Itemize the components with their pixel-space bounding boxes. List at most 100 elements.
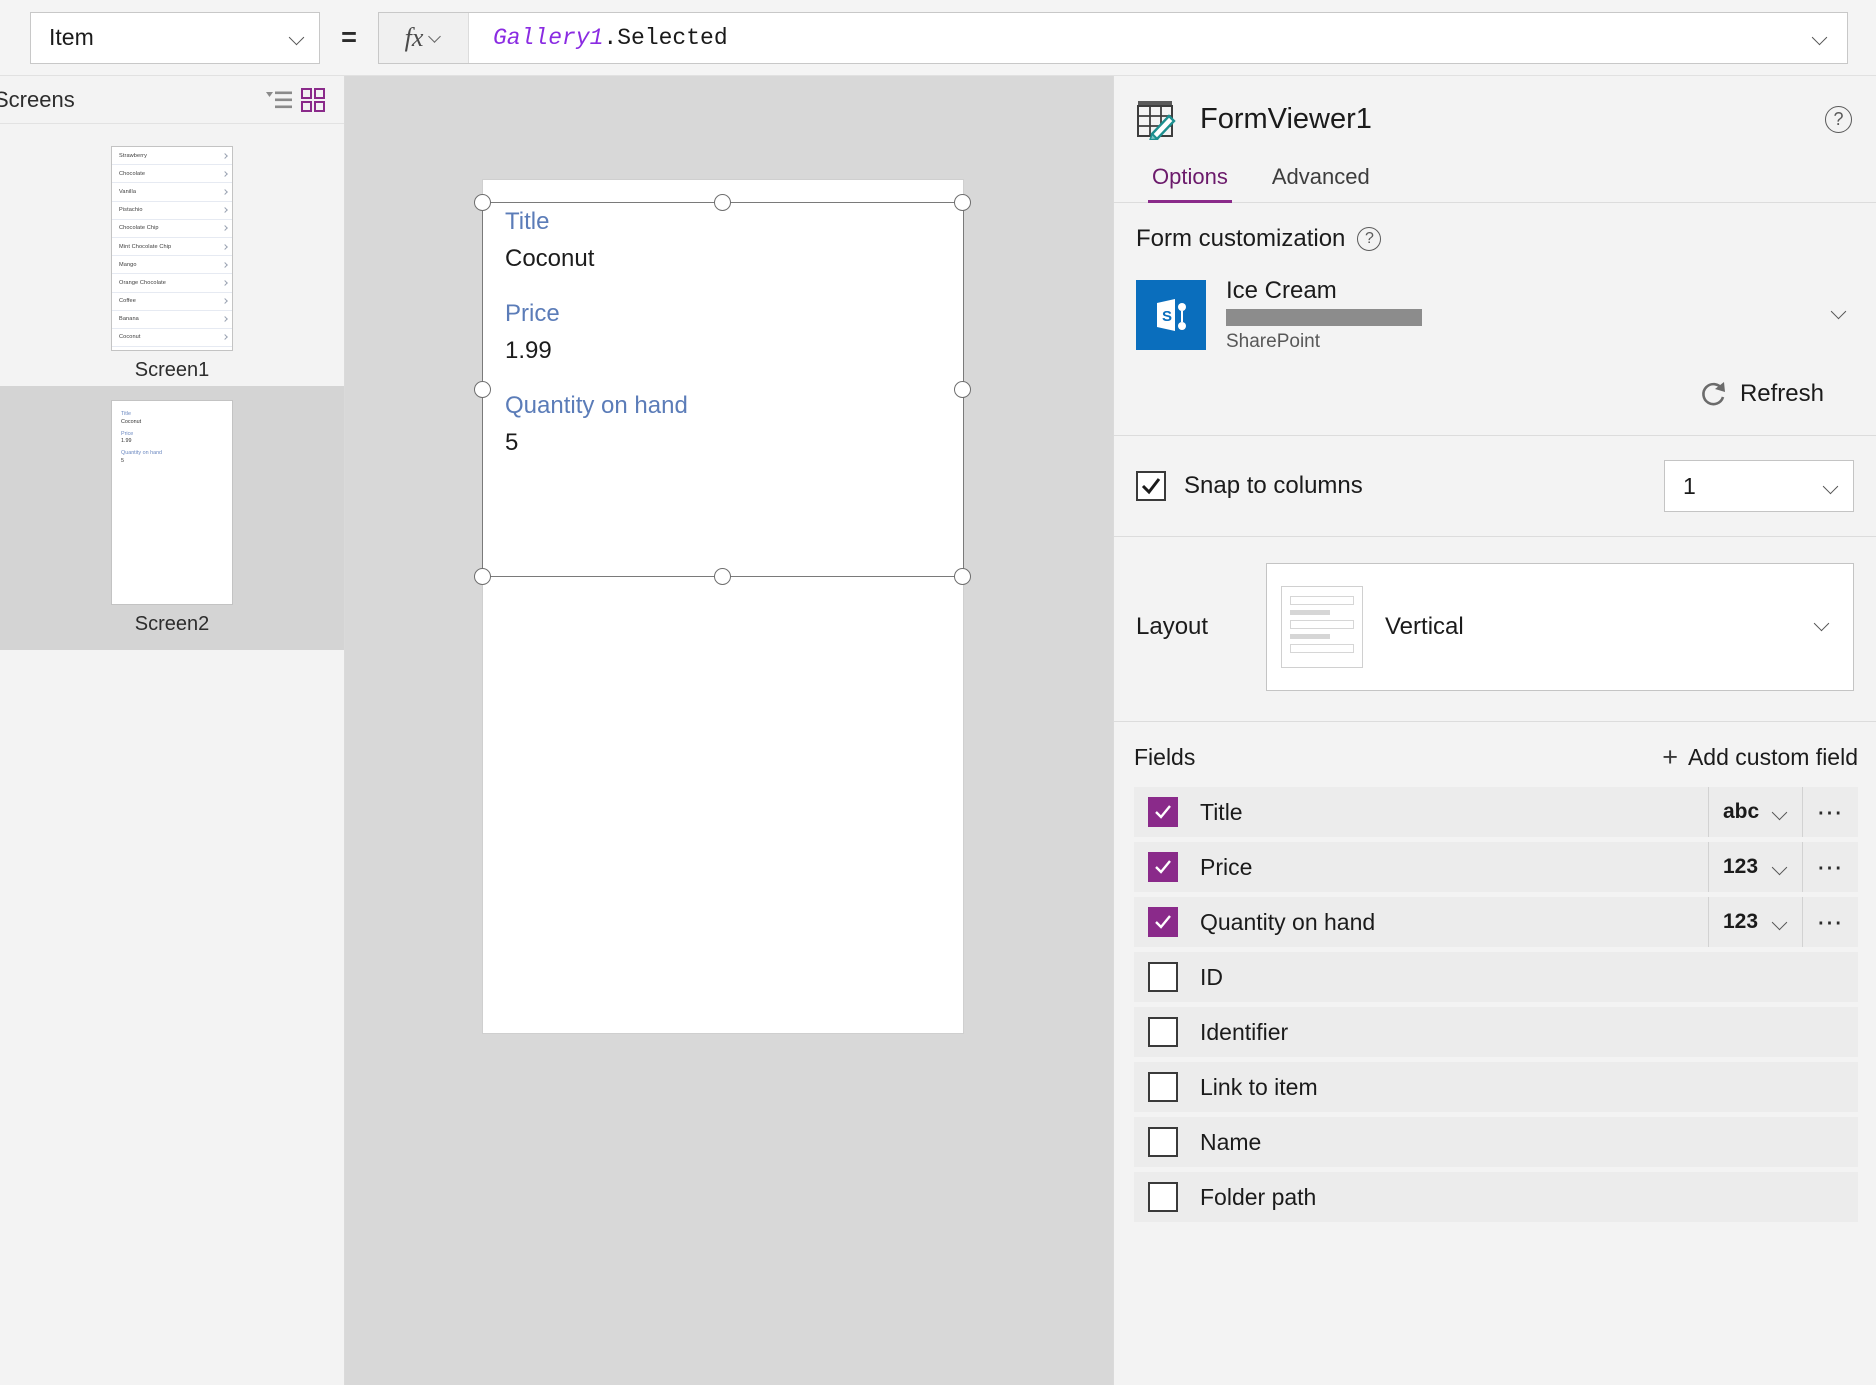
field-type-select[interactable]: 123 — [1708, 842, 1802, 892]
field-type-select[interactable]: 123 — [1708, 897, 1802, 947]
screen1-label: Screen1 — [134, 359, 210, 381]
data-source-row[interactable]: S Ice Cream SharePoint — [1136, 277, 1854, 353]
columns-select[interactable]: 1 — [1664, 460, 1854, 512]
properties-panel-header: FormViewer1 ? — [1114, 76, 1876, 140]
gallery-thumb-row: Mint Chocolate Chip — [112, 238, 232, 257]
formula-input-wrap[interactable]: fx Gallery1.Selected — [378, 11, 1848, 64]
equals-sign: = — [341, 22, 357, 52]
field-row-id[interactable]: ID — [1134, 952, 1858, 1002]
field-name: Identifier — [1200, 1018, 1289, 1045]
field-checkbox[interactable] — [1148, 797, 1178, 827]
chevron-down-icon — [1824, 479, 1839, 494]
field-name: Title — [1200, 798, 1243, 825]
formula-input[interactable]: Gallery1.Selected — [469, 25, 1793, 51]
field-row-name[interactable]: Name — [1134, 1117, 1858, 1167]
formula-rest: .Selected — [603, 24, 728, 51]
thumb-field-label: Title — [121, 411, 131, 417]
field-type-select[interactable]: abc — [1708, 787, 1802, 837]
vertical-layout-icon — [1281, 586, 1363, 668]
field-name: Quantity on hand — [1200, 908, 1376, 935]
properties-panel: FormViewer1 ? Options Advanced Form cust… — [1113, 76, 1876, 1385]
add-custom-field-button[interactable]: + Add custom field — [1662, 744, 1858, 771]
field-name: Name — [1200, 1128, 1262, 1155]
resize-handle-bottom-right[interactable] — [954, 568, 971, 585]
data-source-account-redacted — [1226, 309, 1422, 326]
field-row-price[interactable]: Price 123 ⋯ — [1134, 842, 1858, 892]
chevron-down-icon — [1773, 805, 1788, 820]
gallery-thumb-row: Coffee — [112, 293, 232, 311]
chevron-right-icon — [223, 263, 227, 267]
field-checkbox[interactable] — [1148, 907, 1178, 937]
thumb-field-value: 1.99 — [121, 438, 132, 444]
chevron-right-icon — [223, 281, 227, 285]
chevron-down-icon[interactable] — [1832, 304, 1854, 326]
thumbnail-view-button[interactable] — [296, 83, 330, 117]
field-more-button[interactable]: ⋯ — [1802, 842, 1858, 892]
tree-view-button[interactable] — [262, 83, 296, 117]
columns-select-value: 1 — [1683, 472, 1696, 499]
layout-label: Layout — [1136, 613, 1209, 640]
fx-icon: fx — [404, 22, 424, 52]
resize-handle-top-left[interactable] — [474, 194, 491, 211]
field-row-quantity-on-hand[interactable]: Quantity on hand 123 ⋯ — [1134, 897, 1858, 947]
properties-panel-title: FormViewer1 — [1200, 102, 1372, 135]
field-checkbox[interactable] — [1148, 1182, 1178, 1212]
resize-handle-bottom-center[interactable] — [714, 568, 731, 585]
tab-options[interactable]: Options — [1134, 154, 1246, 203]
property-select[interactable]: Item — [30, 11, 320, 64]
checkmark-icon — [1155, 860, 1171, 874]
field-checkbox[interactable] — [1148, 962, 1178, 992]
screen-entry-screen1[interactable]: Strawberry Chocolate Vanilla Pistachio C… — [0, 146, 344, 386]
layout-select-value: Vertical — [1385, 613, 1464, 640]
resize-handle-bottom-left[interactable] — [474, 568, 491, 585]
sharepoint-icon: S — [1136, 280, 1206, 350]
field-row-title[interactable]: Title abc ⋯ — [1134, 787, 1858, 837]
fields-header: Fields + Add custom field — [1114, 722, 1876, 787]
resize-handle-top-right[interactable] — [954, 194, 971, 211]
snap-to-columns-label: Snap to columns — [1184, 472, 1363, 499]
chevron-down-icon — [429, 31, 442, 44]
form-customization-title: Form customization — [1136, 225, 1346, 252]
resize-handle-top-center[interactable] — [714, 194, 731, 211]
chevron-down-icon — [1813, 30, 1828, 45]
field-checkbox[interactable] — [1148, 1017, 1178, 1047]
fields-list: Title abc ⋯ Price 123 ⋯ Quantity on hand… — [1114, 787, 1876, 1222]
selection-outline[interactable] — [482, 202, 964, 577]
field-more-button[interactable]: ⋯ — [1802, 787, 1858, 837]
checkmark-icon — [1141, 478, 1161, 495]
tab-advanced[interactable]: Advanced — [1254, 154, 1388, 202]
chevron-right-icon — [223, 190, 227, 194]
snap-to-columns-checkbox[interactable] — [1136, 471, 1166, 501]
plus-icon: + — [1662, 742, 1678, 772]
resize-handle-middle-left[interactable] — [474, 381, 491, 398]
add-custom-field-label: Add custom field — [1687, 744, 1858, 770]
screen1-thumbnail: Strawberry Chocolate Vanilla Pistachio C… — [111, 146, 233, 351]
field-checkbox[interactable] — [1148, 1127, 1178, 1157]
checkmark-icon — [1155, 915, 1171, 929]
resize-handle-middle-right[interactable] — [954, 381, 971, 398]
properties-tabs: Options Advanced — [1114, 140, 1876, 203]
layout-select[interactable]: Vertical — [1266, 563, 1854, 691]
gallery-thumb-row: Mango — [112, 256, 232, 275]
field-checkbox[interactable] — [1148, 1072, 1178, 1102]
formula-expand-button[interactable] — [1793, 13, 1847, 63]
screen-entry-screen2[interactable]: Title Coconut Price 1.99 Quantity on han… — [0, 386, 344, 650]
list-view-icon — [266, 91, 292, 108]
chevron-right-icon — [223, 335, 227, 339]
refresh-button[interactable]: Refresh — [1136, 353, 1854, 415]
screen2-thumbnail: Title Coconut Price 1.99 Quantity on han… — [111, 400, 233, 605]
help-icon[interactable]: ? — [1357, 227, 1382, 251]
formula-identifier: Gallery1 — [493, 24, 604, 51]
fx-button[interactable]: fx — [379, 12, 469, 63]
field-more-button[interactable]: ⋯ — [1802, 897, 1858, 947]
form-customization-heading: Form customization ? — [1136, 225, 1854, 253]
help-icon[interactable]: ? — [1825, 105, 1852, 133]
field-type-value: 123 — [1723, 855, 1759, 878]
field-row-folder-path[interactable]: Folder path — [1134, 1172, 1858, 1222]
field-row-identifier[interactable]: Identifier — [1134, 1007, 1858, 1057]
chevron-down-icon — [1815, 616, 1837, 638]
app-canvas[interactable]: Title Coconut Price 1.99 Quantity on han… — [345, 76, 1113, 1385]
field-checkbox[interactable] — [1148, 852, 1178, 882]
field-row-link-to-item[interactable]: Link to item — [1134, 1062, 1858, 1112]
thumb-field-value: 5 — [121, 457, 124, 464]
